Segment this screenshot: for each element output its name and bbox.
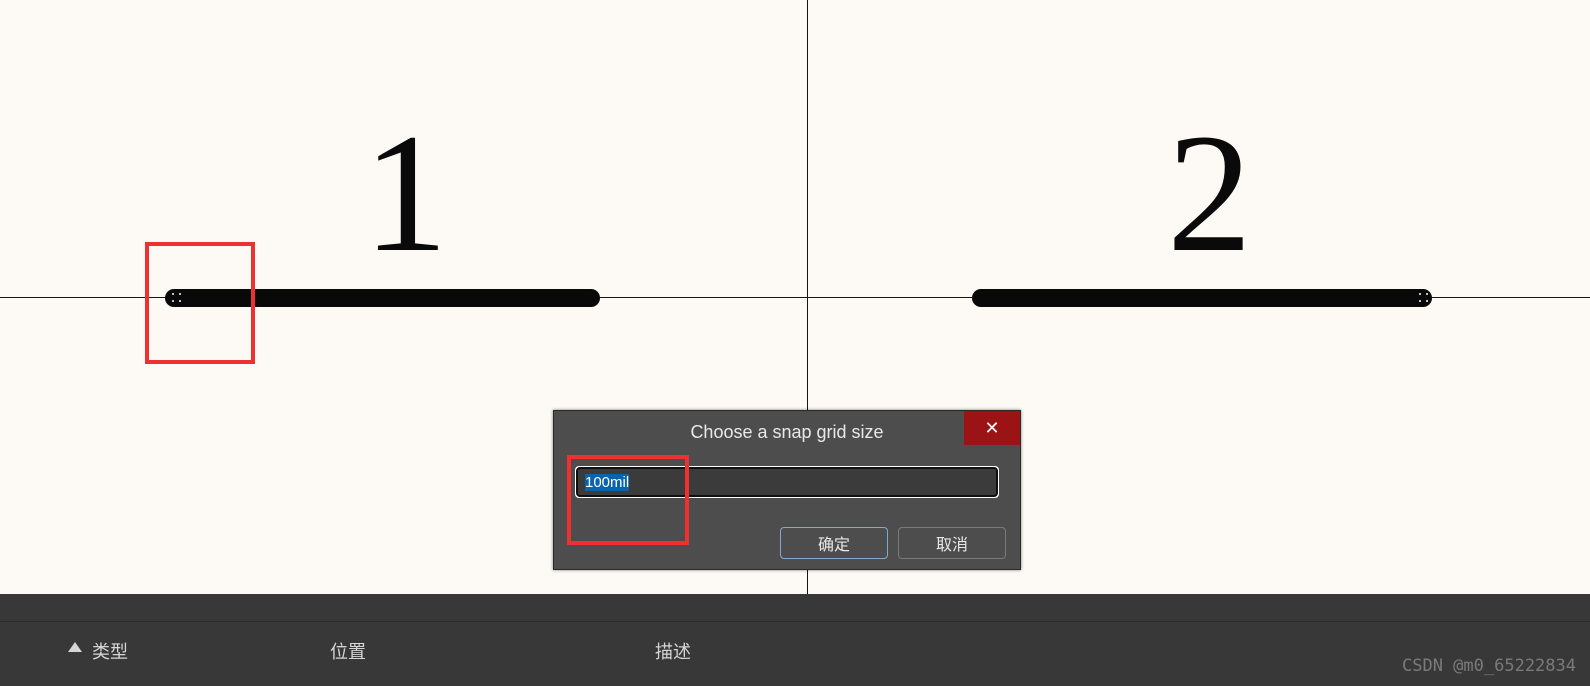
dialog-titlebar[interactable]: Choose a snap grid size ✕: [554, 411, 1020, 453]
annotation-highlight-pin-endpoint: [145, 242, 255, 364]
panel-divider: [0, 621, 1590, 622]
sort-ascending-icon[interactable]: [68, 642, 82, 652]
pin-2-label: 2: [1167, 108, 1252, 278]
watermark-text: CSDN @m0_65222834: [1402, 656, 1576, 676]
pin-2-endpoint-icon: [1419, 293, 1429, 303]
messages-panel: 类型 位置 描述 CSDN @m0_65222834: [0, 594, 1590, 686]
close-icon: ✕: [984, 418, 999, 439]
column-header-position[interactable]: 位置: [330, 638, 366, 664]
column-header-description[interactable]: 描述: [655, 638, 691, 664]
annotation-highlight-input: [567, 455, 689, 545]
column-header-type[interactable]: 类型: [92, 638, 128, 664]
cancel-button[interactable]: 取消: [898, 527, 1006, 559]
dialog-close-button[interactable]: ✕: [964, 411, 1020, 445]
ok-button[interactable]: 确定: [780, 527, 888, 559]
ok-button-label: 确定: [818, 531, 850, 555]
pin-1-label: 1: [363, 108, 448, 278]
dialog-title: Choose a snap grid size: [554, 422, 1020, 443]
pin-2-body[interactable]: [972, 289, 1432, 307]
cancel-button-label: 取消: [936, 531, 968, 555]
